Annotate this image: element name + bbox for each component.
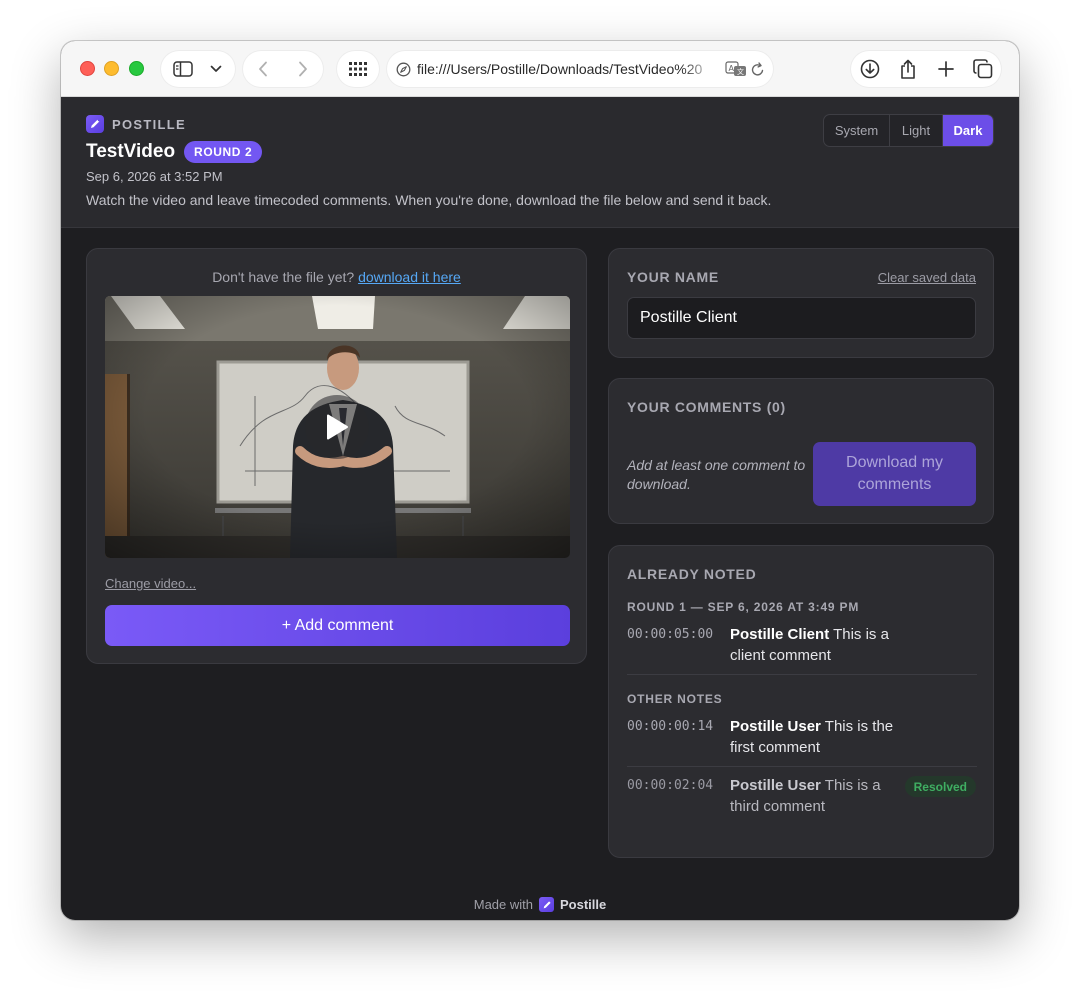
compass-icon	[396, 62, 411, 76]
video-panel: Don't have the file yet? download it her…	[86, 248, 587, 664]
browser-toolbar: file:///Users/Postille/Downloads/TestVid…	[61, 41, 1019, 97]
minimize-window-button[interactable]	[104, 61, 119, 76]
postille-logo-icon	[86, 115, 104, 133]
url-text: file:///Users/Postille/Downloads/TestVid…	[417, 61, 703, 77]
app-header: POSTILLE TestVideo ROUND 2 Sep 6, 2026 a…	[61, 97, 1019, 228]
brand-name: POSTILLE	[112, 116, 186, 132]
name-input[interactable]	[627, 297, 976, 339]
note-author: Postille User	[730, 777, 821, 794]
already-noted-label: ALREADY NOTED	[627, 566, 757, 582]
zoom-window-button[interactable]	[129, 61, 144, 76]
note-author: Postille User	[730, 718, 821, 735]
your-comments-label: YOUR COMMENTS (0)	[627, 399, 786, 415]
download-icon[interactable]	[851, 51, 890, 87]
tabs-overview-icon[interactable]	[966, 51, 1001, 87]
chevron-down-icon[interactable]	[205, 51, 227, 87]
download-comments-button[interactable]: Download my comments	[813, 442, 976, 506]
tab-overview-button[interactable]	[337, 51, 379, 87]
video-player[interactable]	[105, 296, 570, 558]
download-prompt-text: Don't have the file yet?	[212, 269, 355, 285]
sidebar-icon[interactable]	[161, 51, 205, 87]
made-with-text: Made with	[473, 897, 533, 912]
download-hint: Add at least one comment to download.	[627, 457, 806, 492]
close-window-button[interactable]	[80, 61, 95, 76]
resolved-badge: Resolved	[904, 776, 976, 797]
toolbar-actions-group	[851, 51, 1001, 87]
note-timecode[interactable]: 00:00:02:04	[627, 775, 730, 817]
theme-option-light[interactable]: Light	[890, 115, 943, 146]
your-name-label: YOUR NAME	[627, 269, 719, 285]
title-row: TestVideo ROUND 2	[86, 141, 263, 163]
download-link[interactable]: download it here	[358, 269, 461, 285]
svg-text:A: A	[729, 64, 735, 73]
note-body: Postille User This is a third comment	[730, 775, 905, 817]
play-button[interactable]	[305, 395, 369, 459]
svg-text:文: 文	[737, 67, 744, 76]
add-comment-button[interactable]: + Add comment	[105, 605, 570, 646]
note-item: 00:00:00:14 Postille User This is the fi…	[627, 716, 977, 758]
footer: Made with Postille	[61, 897, 1019, 912]
note-timecode[interactable]: 00:00:05:00	[627, 624, 730, 666]
browser-window: file:///Users/Postille/Downloads/TestVid…	[61, 41, 1019, 920]
play-icon	[327, 414, 348, 440]
already-noted-panel: ALREADY NOTED ROUND 1 — SEP 6, 2026 AT 3…	[608, 545, 994, 858]
download-prompt: Don't have the file yet? download it her…	[87, 269, 586, 285]
instructions-text: Watch the video and leave timecoded comm…	[86, 192, 772, 208]
forward-arrow-icon[interactable]	[283, 51, 323, 87]
new-tab-icon[interactable]	[927, 51, 966, 87]
share-icon[interactable]	[890, 51, 927, 87]
footer-product-name[interactable]: Postille	[560, 897, 606, 912]
note-item: 00:00:05:00 Postille Client This is a cl…	[627, 624, 977, 666]
theme-toggle: System Light Dark	[823, 114, 994, 147]
your-comments-panel: YOUR COMMENTS (0) Add at least one comme…	[608, 378, 994, 524]
sidebar-toggle-group	[161, 51, 235, 87]
divider	[627, 674, 977, 675]
note-author: Postille Client	[730, 626, 830, 643]
other-notes-heading: OTHER NOTES	[627, 692, 723, 706]
reload-icon[interactable]	[751, 61, 765, 77]
note-timecode[interactable]: 00:00:00:14	[627, 716, 730, 758]
back-arrow-icon[interactable]	[243, 51, 283, 87]
round-badge: ROUND 2	[184, 141, 263, 163]
history-nav-group	[243, 51, 323, 87]
change-video-link[interactable]: Change video...	[105, 576, 196, 591]
round-heading: ROUND 1 — SEP 6, 2026 AT 3:49 PM	[627, 600, 860, 614]
note-body: Postille User This is the first comment	[730, 716, 905, 758]
address-bar[interactable]: file:///Users/Postille/Downloads/TestVid…	[387, 51, 773, 87]
theme-option-dark[interactable]: Dark	[943, 115, 993, 146]
page-title: TestVideo	[86, 141, 176, 162]
your-name-panel: YOUR NAME Clear saved data	[608, 248, 994, 358]
clear-saved-data-link[interactable]: Clear saved data	[878, 270, 976, 285]
note-body: Postille Client This is a client comment	[730, 624, 905, 666]
postille-logo-icon	[539, 897, 554, 912]
review-date: Sep 6, 2026 at 3:52 PM	[86, 169, 223, 184]
grid-icon	[349, 62, 367, 76]
translate-icon[interactable]: A文	[725, 61, 747, 77]
brand: POSTILLE	[86, 115, 186, 133]
theme-option-system[interactable]: System	[824, 115, 890, 146]
divider	[627, 766, 977, 767]
